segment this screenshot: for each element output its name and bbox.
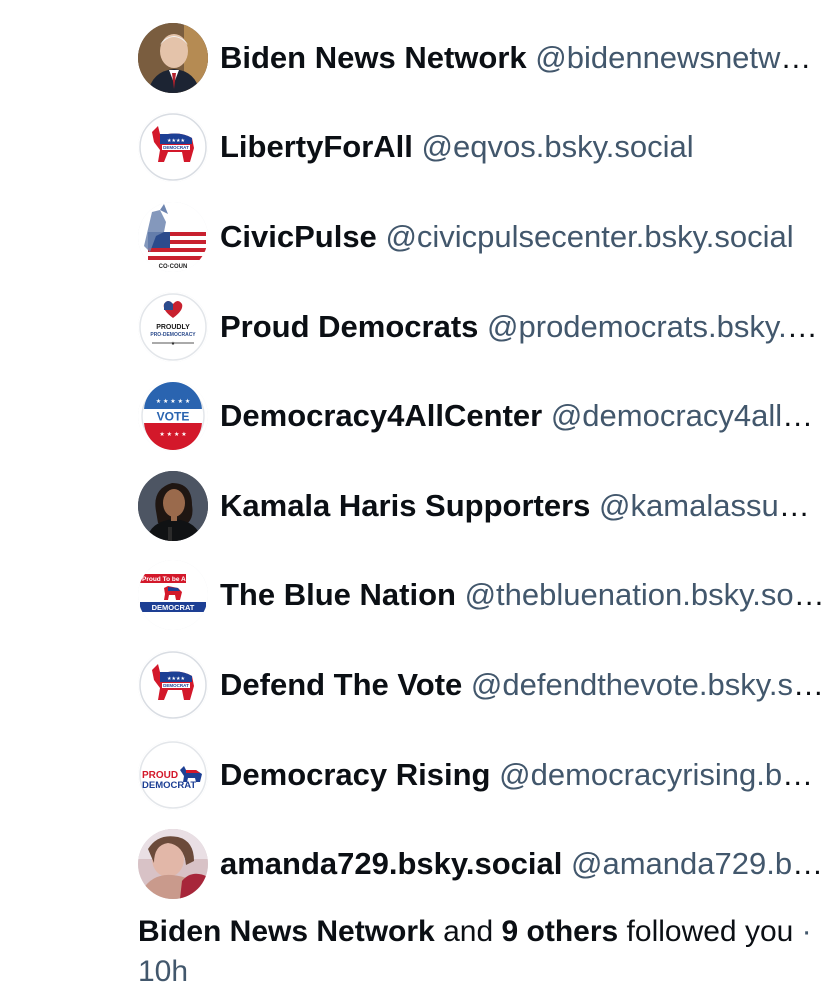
svg-text:★★★★: ★★★★ bbox=[167, 676, 185, 682]
sign-top-text: Proud To be A bbox=[142, 576, 186, 583]
proud-democrat-logo-icon: PROUD DEMOCRAT bbox=[138, 739, 208, 810]
avatar-ribbon-text: CO·COUN bbox=[159, 264, 188, 270]
user-handle: @eqvos.bsky.social bbox=[421, 129, 694, 165]
sign-bottom-text: DEMOCRAT bbox=[152, 603, 195, 612]
follower-row[interactable]: Proud To be A DEMOCRAT The Blue Nation @… bbox=[138, 551, 828, 641]
avatar-text-line1: PROUDLY bbox=[156, 324, 190, 331]
user-handle: @democracyrising.bsky.social bbox=[499, 756, 825, 792]
display-name[interactable]: LibertyForAll bbox=[220, 129, 413, 164]
follower-row[interactable]: amanda729.bsky.social @amanda729.bsky.so… bbox=[138, 819, 828, 909]
follower-row[interactable]: ★ ★ ★ ★ ★ ★ ★ ★ ★ VOTE Democracy4AllCent… bbox=[138, 371, 828, 461]
democrat-donkey-icon: ★★★★ DEMOCRAT bbox=[138, 112, 208, 183]
follower-row[interactable]: PROUD DEMOCRAT Democracy Rising @democra… bbox=[138, 730, 828, 820]
user-handle: @thebluenation.bsky.social bbox=[464, 577, 825, 613]
follower-row[interactable]: Kamala Haris Supporters @kamalassupporte… bbox=[138, 461, 828, 551]
follower-row[interactable]: ★★★★ DEMOCRAT LibertyForAll @eqvos.bsky.… bbox=[138, 103, 828, 193]
display-name[interactable]: amanda729.bsky.social bbox=[220, 846, 562, 881]
proud-democrat-sign-icon: Proud To be A DEMOCRAT bbox=[138, 560, 208, 631]
avatar[interactable] bbox=[138, 470, 208, 541]
follower-row[interactable]: Biden News Network @bidennewsnetwork.bsk… bbox=[138, 13, 828, 103]
svg-text:DEMOCRAT: DEMOCRAT bbox=[163, 145, 189, 150]
user-handle: @civicpulsecenter.bsky.social bbox=[385, 218, 794, 254]
avatar[interactable]: ★ ★ ★ ★ ★ ★ ★ ★ ★ VOTE bbox=[138, 381, 208, 452]
follower-line: Kamala Haris Supporters @kamalassupporte… bbox=[220, 486, 825, 526]
follower-line: Biden News Network @bidennewsnetwork.bsk… bbox=[220, 38, 825, 78]
avatar[interactable]: ★★★★ DEMOCRAT bbox=[138, 649, 208, 720]
notification-summary[interactable]: Biden News Network and 9 others followed… bbox=[138, 912, 818, 992]
woman-portrait-icon bbox=[138, 470, 208, 541]
avatar[interactable] bbox=[138, 22, 208, 93]
svg-text:★: ★ bbox=[171, 341, 176, 347]
time-separator: · bbox=[801, 915, 812, 948]
user-handle: @democracy4allcenter.bsky.social bbox=[550, 398, 825, 434]
vote-badge-icon: ★ ★ ★ ★ ★ ★ ★ ★ ★ VOTE bbox=[138, 381, 208, 452]
follower-line: amanda729.bsky.social @amanda729.bsky.so… bbox=[220, 844, 825, 884]
woman-selfie-icon bbox=[138, 829, 208, 900]
avatar[interactable]: CO·COUN bbox=[138, 201, 208, 272]
user-handle: @amanda729.bsky.social bbox=[570, 846, 825, 882]
timestamp: 10h bbox=[138, 955, 189, 988]
avatar[interactable]: PROUDLY PRO-DEMOCRACY ★ bbox=[138, 291, 208, 362]
follower-row[interactable]: ★★★★ DEMOCRAT Defend The Vote @defendthe… bbox=[138, 640, 828, 730]
display-name[interactable]: The Blue Nation bbox=[220, 577, 456, 612]
avatar[interactable]: ★★★★ DEMOCRAT bbox=[138, 112, 208, 183]
svg-text:★★★★: ★★★★ bbox=[167, 138, 185, 144]
svg-text:DEMOCRAT: DEMOCRAT bbox=[163, 683, 189, 688]
democrat-donkey-icon: ★★★★ DEMOCRAT bbox=[138, 649, 208, 720]
logo-text-line2: DEMOCRAT bbox=[142, 780, 196, 791]
svg-text:★ ★ ★ ★: ★ ★ ★ ★ bbox=[159, 431, 186, 438]
display-name[interactable]: Democracy4AllCenter bbox=[220, 398, 542, 433]
summary-joiner: and bbox=[443, 915, 494, 948]
follower-line: Democracy Rising @democracyrising.bsky.s… bbox=[220, 755, 825, 795]
follower-row[interactable]: CO·COUN CivicPulse @civicpulsecenter.bsk… bbox=[138, 192, 828, 282]
display-name[interactable]: CivicPulse bbox=[220, 219, 377, 254]
user-handle: @defendthevote.bsky.social bbox=[470, 666, 825, 702]
avatar[interactable]: PROUD DEMOCRAT bbox=[138, 739, 208, 810]
followers-list: Biden News Network @bidennewsnetwork.bsk… bbox=[138, 22, 828, 909]
display-name[interactable]: Kamala Haris Supporters bbox=[220, 488, 590, 523]
display-name[interactable]: Defend The Vote bbox=[220, 667, 462, 702]
first-follower-name[interactable]: Biden News Network bbox=[138, 915, 435, 948]
display-name[interactable]: Democracy Rising bbox=[220, 757, 491, 792]
follower-line: Proud Democrats @prodemocrats.bsky.socia… bbox=[220, 307, 825, 347]
follower-row[interactable]: PROUDLY PRO-DEMOCRACY ★ Proud Democrats … bbox=[138, 282, 828, 372]
avatar-text-line2: PRO-DEMOCRACY bbox=[150, 332, 196, 338]
others-count[interactable]: 9 others bbox=[501, 915, 618, 948]
heart-flag-icon: PROUDLY PRO-DEMOCRACY ★ bbox=[138, 291, 208, 362]
vote-text: VOTE bbox=[157, 410, 190, 424]
avatar[interactable]: Proud To be A DEMOCRAT bbox=[138, 560, 208, 631]
follower-line: CivicPulse @civicpulsecenter.bsky.social bbox=[220, 217, 825, 257]
summary-action: followed you bbox=[626, 915, 794, 948]
user-handle: @prodemocrats.bsky.social bbox=[487, 308, 825, 344]
follower-line: Democracy4AllCenter @democracy4allcenter… bbox=[220, 396, 825, 436]
display-name[interactable]: Biden News Network bbox=[220, 40, 527, 75]
avatar[interactable] bbox=[138, 829, 208, 900]
follower-line: The Blue Nation @thebluenation.bsky.soci… bbox=[220, 575, 825, 615]
user-handle: @bidennewsnetwork.bsky.social bbox=[535, 39, 825, 75]
display-name[interactable]: Proud Democrats bbox=[220, 309, 478, 344]
donkey-flag-icon: CO·COUN bbox=[138, 201, 208, 272]
follower-line: LibertyForAll @eqvos.bsky.social bbox=[220, 127, 825, 167]
svg-text:★ ★ ★ ★ ★: ★ ★ ★ ★ ★ bbox=[156, 398, 191, 405]
man-portrait-icon bbox=[138, 22, 208, 93]
follower-line: Defend The Vote @defendthevote.bsky.soci… bbox=[220, 665, 825, 705]
user-handle: @kamalassupporters.bsky.social bbox=[599, 487, 825, 523]
